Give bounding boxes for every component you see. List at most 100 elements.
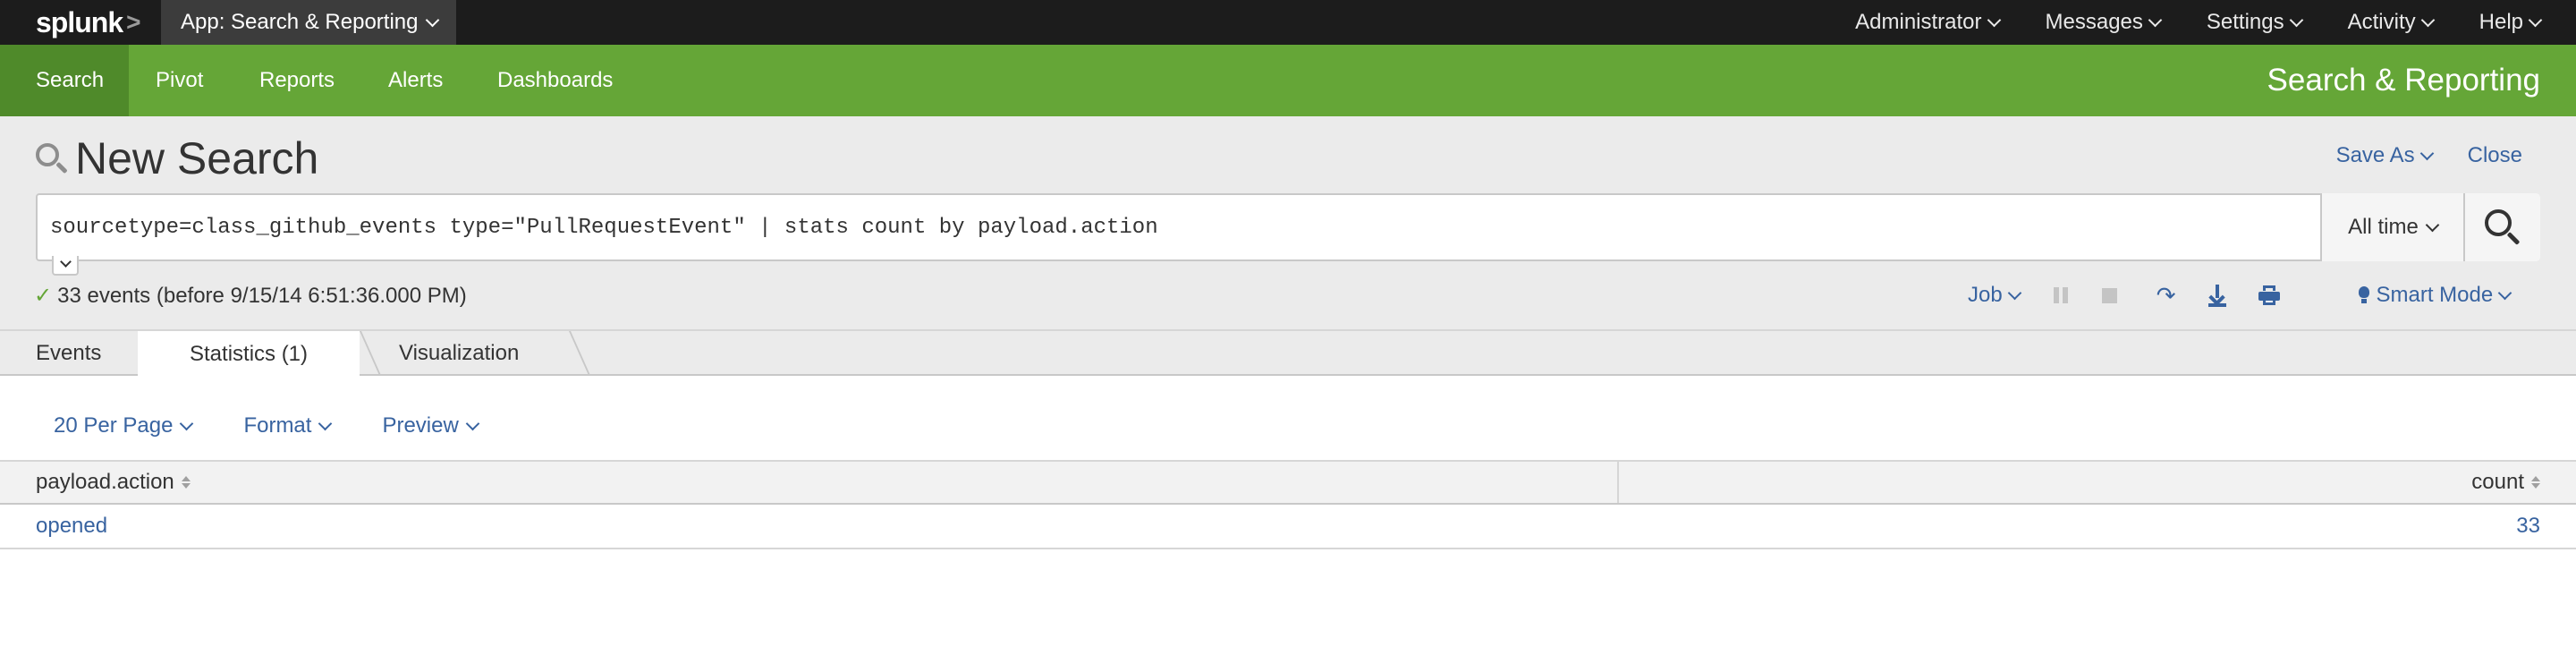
search-icon xyxy=(2485,209,2521,245)
nav-tab-label: Reports xyxy=(259,68,335,92)
column-divider xyxy=(1617,462,1619,503)
cell-count[interactable]: 33 xyxy=(2516,505,2540,548)
tab-label: Events xyxy=(36,341,102,365)
table-row: opened 33 xyxy=(0,505,2576,549)
results-tab-strip: Events Statistics (1) Visualization xyxy=(0,329,2576,378)
nav-tab-alerts[interactable]: Alerts xyxy=(388,45,443,116)
sort-icon xyxy=(181,476,191,489)
column-header-label: count xyxy=(2471,470,2524,494)
format-label: Format xyxy=(243,413,312,438)
app-title: Search & Reporting xyxy=(2267,63,2540,98)
print-icon[interactable] xyxy=(2258,285,2280,305)
statistics-table: payload.action count opened 33 xyxy=(0,460,2576,549)
table-header: payload.action count xyxy=(0,460,2576,505)
chevron-down-icon xyxy=(425,13,439,27)
tab-statistics[interactable]: Statistics (1) xyxy=(138,331,360,378)
nav-tab-pivot[interactable]: Pivot xyxy=(156,45,203,116)
chevron-down-icon xyxy=(59,255,72,268)
close-button[interactable]: Close xyxy=(2468,143,2522,168)
job-controls: Job ↷ Smart Mode xyxy=(1968,276,2512,315)
time-range-label: All time xyxy=(2348,215,2419,239)
nav-tab-label: Dashboards xyxy=(497,68,614,92)
logo-text: splunk xyxy=(36,5,123,38)
app-menu[interactable]: App: Search & Reporting xyxy=(161,0,456,45)
time-range-picker[interactable]: All time xyxy=(2320,193,2463,261)
menu-activity[interactable]: Activity xyxy=(2325,0,2456,45)
results-panel: 20 Per Page Format Preview payload.actio… xyxy=(0,376,2576,655)
tab-visualization[interactable]: Visualization xyxy=(399,331,519,376)
menu-label: Help xyxy=(2479,10,2523,34)
job-status: ✓ 33 events (before 9/15/14 6:51:36.000 … xyxy=(34,283,467,309)
per-page-select[interactable]: 20 Per Page xyxy=(54,413,194,438)
search-button[interactable] xyxy=(2463,193,2540,261)
logo-chevron: > xyxy=(126,8,141,36)
menu-label: Messages xyxy=(2045,10,2143,34)
menu-messages[interactable]: Messages xyxy=(2022,0,2183,45)
menu-label: Settings xyxy=(2206,10,2284,34)
tab-label: Statistics (1) xyxy=(190,342,309,366)
chevron-down-icon xyxy=(465,416,480,430)
nav-tab-dashboards[interactable]: Dashboards xyxy=(497,45,613,116)
search-icon xyxy=(34,141,68,175)
search-panel: New Search Save As Close All time ✓ 33 e… xyxy=(0,116,2576,329)
chevron-down-icon xyxy=(2497,285,2512,300)
search-bar: All time xyxy=(36,193,2540,276)
export-icon[interactable] xyxy=(2207,285,2226,307)
user-menu-bar: Administrator Messages Settings Activity… xyxy=(1832,0,2576,45)
tab-divider xyxy=(569,331,591,376)
chevron-down-icon xyxy=(180,416,194,430)
pause-icon[interactable] xyxy=(2053,287,2068,303)
job-label: Job xyxy=(1968,283,2003,307)
preview-label: Preview xyxy=(382,413,459,438)
nav-tab-search[interactable]: Search xyxy=(0,45,129,116)
app-menu-label: App: Search & Reporting xyxy=(181,10,419,34)
menu-label: Activity xyxy=(2347,10,2416,34)
nav-tab-label: Search xyxy=(36,68,105,92)
job-status-text: 33 events (before 9/15/14 6:51:36.000 PM… xyxy=(57,283,467,308)
nav-tab-label: Alerts xyxy=(388,68,444,92)
top-bar: splunk > App: Search & Reporting Adminis… xyxy=(0,0,2576,45)
splunk-logo[interactable]: splunk > xyxy=(36,5,140,39)
search-mode-select[interactable]: Smart Mode xyxy=(2358,283,2512,308)
close-label: Close xyxy=(2467,143,2522,167)
chevron-down-icon xyxy=(2148,13,2163,27)
table-options: 20 Per Page Format Preview xyxy=(54,413,480,438)
save-as-button[interactable]: Save As xyxy=(2335,143,2434,168)
preview-menu[interactable]: Preview xyxy=(382,413,480,438)
format-menu[interactable]: Format xyxy=(243,413,333,438)
page-title: New Search xyxy=(75,133,319,183)
chevron-down-icon xyxy=(2007,285,2021,300)
job-menu-button[interactable]: Job xyxy=(1968,283,2021,308)
tab-label: Visualization xyxy=(399,341,520,365)
search-query-input[interactable] xyxy=(38,195,2320,259)
save-as-label: Save As xyxy=(2335,143,2415,167)
tab-divider xyxy=(360,331,382,376)
chevron-down-icon xyxy=(2528,13,2543,27)
column-header-count[interactable]: count xyxy=(2471,462,2540,503)
share-icon[interactable]: ↷ xyxy=(2157,282,2176,310)
check-icon: ✓ xyxy=(34,284,53,308)
chevron-down-icon xyxy=(2289,13,2303,27)
page-actions: Save As Close xyxy=(2336,143,2522,168)
cell-payload-action[interactable]: opened xyxy=(36,505,107,548)
menu-administrator[interactable]: Administrator xyxy=(1832,0,2021,45)
search-mode-label: Smart Mode xyxy=(2376,283,2494,307)
column-header-payload-action[interactable]: payload.action xyxy=(36,462,191,503)
per-page-label: 20 Per Page xyxy=(54,413,174,438)
chevron-down-icon xyxy=(2419,146,2434,160)
chevron-down-icon xyxy=(318,416,333,430)
expand-search-toggle[interactable] xyxy=(52,255,79,276)
chevron-down-icon xyxy=(1987,13,2001,27)
stop-icon[interactable] xyxy=(2101,287,2117,303)
sort-icon xyxy=(2531,476,2540,489)
lightbulb-icon xyxy=(2358,286,2369,304)
nav-tab-reports[interactable]: Reports xyxy=(259,45,335,116)
chevron-down-icon xyxy=(2425,217,2440,232)
chevron-down-icon xyxy=(2420,13,2435,27)
tab-events[interactable]: Events xyxy=(36,331,101,376)
page-header: New Search xyxy=(34,132,318,184)
nav-tab-label: Pivot xyxy=(156,68,204,92)
menu-label: Administrator xyxy=(1855,10,1982,34)
menu-settings[interactable]: Settings xyxy=(2183,0,2325,45)
menu-help[interactable]: Help xyxy=(2456,0,2576,45)
